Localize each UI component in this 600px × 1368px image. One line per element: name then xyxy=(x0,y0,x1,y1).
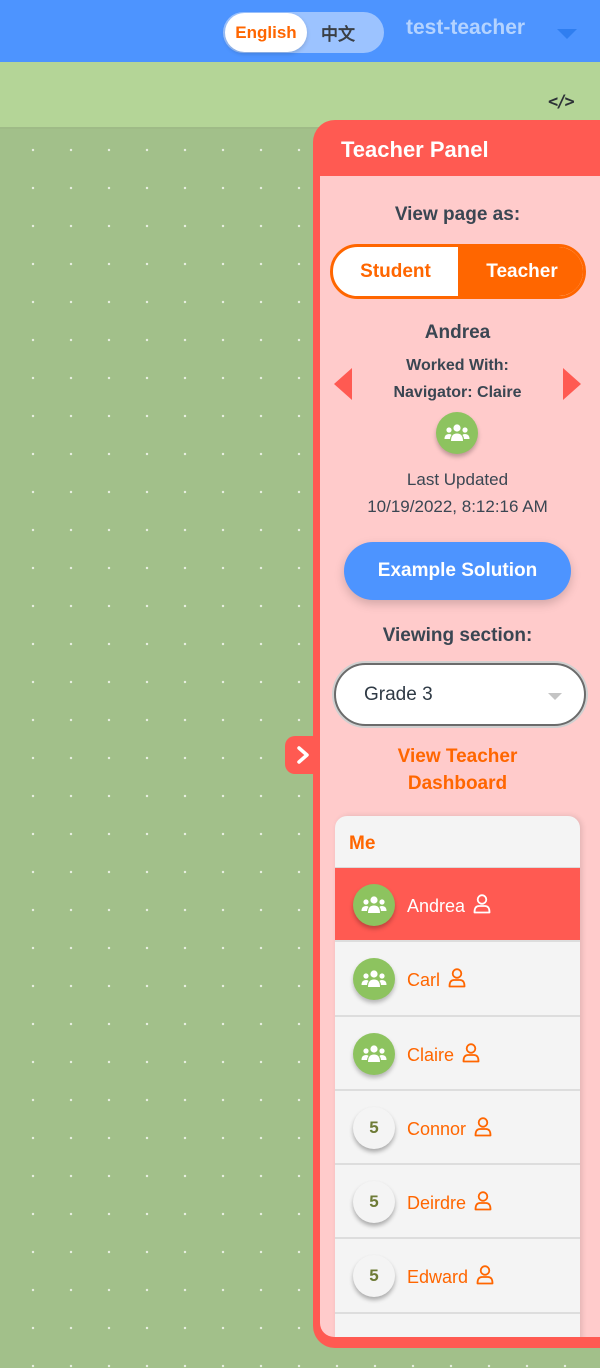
score-value: 5 xyxy=(369,1117,379,1137)
section-select-value: Grade 3 xyxy=(364,684,433,705)
person-icon xyxy=(473,894,491,914)
chevron-right-icon xyxy=(297,746,309,764)
student-list-item[interactable]: Carl xyxy=(335,942,580,1017)
student-list-item[interactable]: 5 Deirdre xyxy=(335,1165,580,1240)
student-name: Andrea xyxy=(407,894,491,917)
student-list: Me Andrea Carl Claire 5 Connor 5 Deirdre 5 Edwar… xyxy=(335,816,580,1337)
score-value: 5 xyxy=(369,1266,379,1286)
group-avatar xyxy=(436,412,478,454)
language-chinese-button[interactable]: 中文 xyxy=(313,12,363,53)
dashboard-link-line2: Dashboard xyxy=(407,773,508,794)
group-avatar xyxy=(353,1032,395,1075)
student-list-header: Me xyxy=(335,816,580,868)
student-name: Carl xyxy=(407,968,466,991)
section-select[interactable]: Grade 3 xyxy=(334,663,586,726)
student-name: Connor xyxy=(407,1117,492,1140)
student-list-item[interactable]: Andrea xyxy=(335,868,580,943)
person-icon xyxy=(474,1117,492,1137)
caret-down-icon xyxy=(548,693,562,700)
worked-with-label: Worked With: xyxy=(406,357,509,374)
dashboard-link-line1: View Teacher xyxy=(397,746,518,767)
worked-with-value: Navigator: Claire xyxy=(393,384,522,401)
student-list-item[interactable]: 5 Edward xyxy=(335,1239,580,1314)
person-icon xyxy=(462,1042,480,1062)
role-toggle: Student Teacher xyxy=(330,244,586,299)
teacher-panel: Teacher Panel View page as: Student Teac… xyxy=(313,120,600,1348)
group-icon xyxy=(361,1044,387,1062)
group-avatar xyxy=(353,884,395,926)
group-icon xyxy=(361,970,387,988)
last-updated-label: Last Updated xyxy=(406,470,509,489)
student-name: Claire xyxy=(407,1042,480,1066)
student-name-text: Edward xyxy=(407,1267,469,1288)
caret-down-icon[interactable] xyxy=(557,29,577,39)
group-avatar xyxy=(353,958,395,1001)
student-list-item[interactable]: 5 Connor xyxy=(335,1091,580,1166)
worked-with-info: Worked With: Navigator: Claire xyxy=(320,352,595,406)
role-student-button[interactable]: Student xyxy=(333,247,458,296)
selected-student-name: Andrea xyxy=(424,322,491,343)
toolbar: </> xyxy=(0,62,600,129)
panel-title: Teacher Panel xyxy=(341,137,489,162)
view-teacher-dashboard-link[interactable]: View Teacher Dashboard xyxy=(320,743,595,797)
student-name-text: Claire xyxy=(407,1044,455,1065)
score-avatar: 5 xyxy=(353,1255,395,1298)
panel-body: View page as: Student Teacher Andrea Wor… xyxy=(320,176,600,1337)
student-name: Edward xyxy=(407,1265,494,1288)
score-value: 5 xyxy=(369,1192,379,1212)
person-icon xyxy=(474,1191,492,1211)
viewing-section-label: Viewing section: xyxy=(382,625,533,646)
score-avatar: 5 xyxy=(353,1181,395,1224)
code-icon[interactable]: </> xyxy=(548,92,575,112)
user-menu-name[interactable]: test-teacher xyxy=(406,16,525,40)
student-name-text: Connor xyxy=(407,1118,467,1139)
example-solution-button[interactable]: Example Solution xyxy=(344,542,571,600)
student-name-text: Deirdre xyxy=(407,1193,467,1214)
person-icon xyxy=(448,968,466,988)
last-updated-value: 10/19/2022, 8:12:16 AM xyxy=(367,497,548,516)
student-name-text: Andrea xyxy=(407,896,466,916)
language-english-button[interactable]: English xyxy=(225,13,307,52)
group-icon xyxy=(361,896,387,913)
student-list-item[interactable]: Claire xyxy=(335,1017,580,1091)
group-icon xyxy=(444,424,470,441)
student-name: Deirdre xyxy=(407,1191,492,1214)
view-as-label: View page as: xyxy=(394,204,521,225)
person-icon xyxy=(476,1265,494,1285)
score-avatar: 5 xyxy=(353,1106,395,1149)
student-name-text: Carl xyxy=(407,970,441,991)
language-toggle: English 中文 xyxy=(223,12,384,53)
top-bar: English 中文 test-teacher xyxy=(0,0,600,62)
role-teacher-button[interactable]: Teacher xyxy=(458,247,583,296)
